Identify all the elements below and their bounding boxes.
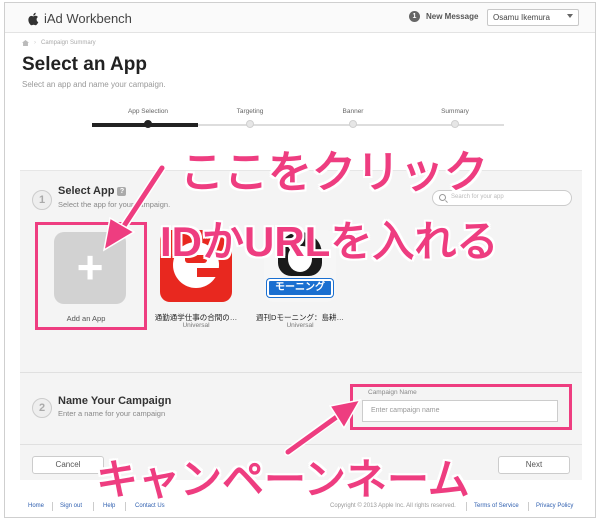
home-icon[interactable] [22, 40, 29, 46]
notification-label: New Message [426, 12, 479, 21]
footer-link-privacy[interactable]: Privacy Policy [536, 503, 573, 509]
cancel-button[interactable]: Cancel [32, 456, 104, 474]
breadcrumb: › Campaign Summary [22, 40, 96, 46]
section-number-1: 1 [32, 190, 52, 210]
annotation-campaign-name: キャンペーンネーム [96, 456, 470, 503]
step-label-targeting: Targeting [236, 108, 264, 115]
breadcrumb-separator: › [34, 40, 36, 46]
user-name: Osamu Ikemura [493, 13, 550, 22]
chevron-down-icon [567, 14, 573, 18]
section-divider [20, 444, 582, 445]
select-app-subtitle: Select the app for your campaign. [58, 200, 171, 209]
step-dot-summary [451, 120, 459, 128]
name-campaign-title: Name Your Campaign [58, 395, 172, 407]
annotation-click-here: ここをクリック [180, 148, 488, 197]
step-dot-banner [349, 120, 357, 128]
footer-separator [528, 502, 529, 511]
select-app-heading: Select App? [58, 185, 127, 197]
brand[interactable]: iAd Workbench [27, 11, 132, 26]
step-dot-app-selection [144, 120, 152, 128]
apple-logo-icon [28, 12, 39, 25]
footer-link-terms[interactable]: Terms of Service [474, 503, 519, 509]
next-button[interactable]: Next [498, 456, 570, 474]
morning-logo: モーニング [267, 279, 333, 297]
app-platform: Universal [286, 322, 314, 329]
annotation-enter-id-url: IDかURLを入れる [160, 218, 499, 265]
new-message-notification[interactable]: 1 New Message [409, 11, 478, 22]
select-app-title: Select App [58, 185, 115, 197]
footer-separator [93, 502, 94, 511]
name-campaign-subtitle: Enter a name for your campaign [58, 409, 166, 418]
step-label-app-selection: App Selection [127, 108, 169, 115]
page-subtitle: Select an app and name your campaign. [22, 80, 166, 89]
section-divider [20, 372, 582, 373]
user-account-dropdown[interactable]: Osamu Ikemura [487, 9, 579, 26]
step-label-summary: Summary [441, 108, 469, 115]
step-label-banner: Banner [342, 108, 364, 115]
notification-count-badge: 1 [409, 11, 420, 22]
footer-link-home[interactable]: Home [28, 503, 44, 509]
campaign-name-highlight-box [350, 384, 572, 430]
footer-link-sign-out[interactable]: Sign out [60, 503, 82, 509]
top-bar: iAd Workbench 1 New Message Osamu Ikemur… [5, 3, 595, 33]
app-platform: Universal [182, 322, 210, 329]
add-app-highlight-box [35, 222, 147, 330]
progress-stepper: App Selection Targeting Banner Summary [92, 104, 504, 134]
section-number-2: 2 [32, 398, 52, 418]
step-dot-targeting [246, 120, 254, 128]
page-title: Select an App [22, 54, 147, 75]
app-title: iAd Workbench [44, 11, 132, 26]
breadcrumb-current[interactable]: Campaign Summary [41, 40, 96, 46]
footer-separator [52, 502, 53, 511]
help-icon[interactable]: ? [117, 187, 127, 196]
